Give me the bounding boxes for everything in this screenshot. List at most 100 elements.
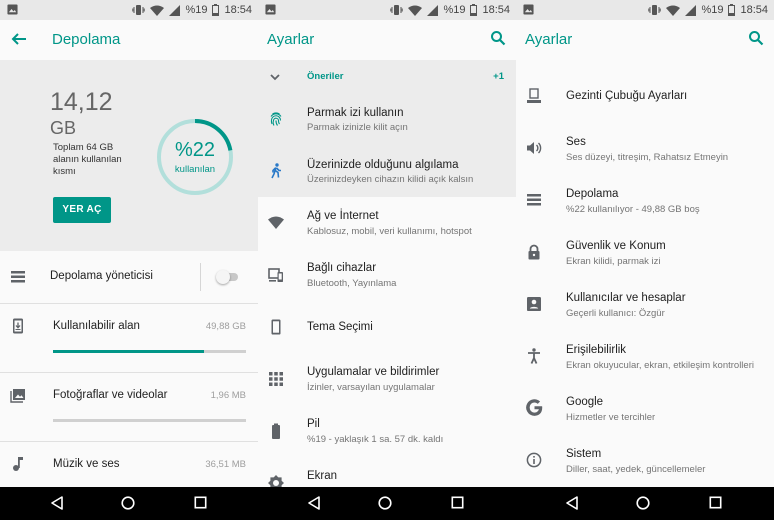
search-icon[interactable]: [748, 30, 764, 46]
lock-icon: [528, 244, 540, 260]
status-bar: %19 18:54: [516, 0, 774, 20]
settings-item-subtitle: Kablosuz, mobil, veri kullanımı, hotspot: [307, 226, 472, 237]
settings-item-title: Ekran: [307, 470, 338, 482]
free-up-space-button[interactable]: YER AÇ: [53, 197, 111, 223]
suggestion-subtitle: Parmak izinizle kilit açın: [307, 122, 408, 133]
settings-item-storage[interactable]: Depolama %22 kullanılıyor - 49,88 GB boş: [516, 174, 774, 226]
settings-screen: %19 18:54 Ayarlar Öneriler +1 Parmak izi…: [258, 0, 516, 487]
brightness-icon: [268, 475, 284, 487]
photos-videos-bar: [53, 419, 246, 422]
nav-back-icon[interactable]: [307, 496, 321, 510]
settings-item-title: Güvenlik ve Konum: [566, 240, 666, 252]
photos-icon: [10, 389, 25, 403]
available-space-row[interactable]: Kullanılabilir alan 49,88 GB: [0, 304, 258, 372]
storage-manager-toggle[interactable]: [216, 270, 238, 284]
settings-item-title: Sistem: [566, 448, 602, 460]
battery-icon: [470, 4, 478, 16]
settings-item-title: Google: [566, 396, 604, 408]
app-bar: Depolama: [0, 20, 258, 60]
settings-item-accessibility[interactable]: Erişilebilirlik Ekran okuyucular, ekran,…: [516, 330, 774, 382]
google-logo-icon: [526, 399, 543, 416]
status-bar: %19 18:54: [258, 0, 516, 20]
system-navigation-bar: [0, 487, 774, 520]
settings-item-subtitle: %19 - yaklaşık 1 sa. 57 dk. kaldı: [307, 434, 444, 445]
fingerprint-icon: [270, 112, 282, 126]
settings-item-subtitle: Ekran okuyucular, ekran, etkileşim kontr…: [566, 360, 754, 371]
settings-item-title: Gezinti Çubuğu Ayarları: [566, 90, 688, 102]
settings-item-title: Uygulamalar ve bildirimler: [307, 366, 440, 378]
toggle-divider: [200, 263, 201, 291]
image-notification-icon: [265, 4, 276, 15]
settings-item-title: Ağ ve İnternet: [307, 210, 379, 222]
suggestion-on-body-detection[interactable]: Üzerinizde olduğunu algılama Üzerinizdey…: [258, 146, 516, 198]
nav-home-icon[interactable]: [636, 496, 650, 510]
settings-item-connected-devices[interactable]: Bağlı cihazlar Bluetooth, Yayınlama: [258, 249, 516, 301]
settings-item-battery[interactable]: Pil %19 - yaklaşık 1 sa. 57 dk. kaldı: [258, 405, 516, 457]
suggestions-header[interactable]: Öneriler +1: [258, 60, 516, 94]
search-icon[interactable]: [490, 30, 506, 46]
suggestion-fingerprint[interactable]: Parmak izi kullanın Parmak izinizle kili…: [258, 94, 516, 146]
navigation-bar-icon: [527, 88, 541, 103]
nav-home-icon[interactable]: [121, 496, 135, 510]
nav-back-icon[interactable]: [50, 496, 64, 510]
settings-item-title: Erişilebilirlik: [566, 344, 627, 356]
music-note-icon: [13, 457, 23, 471]
settings-item-title: Bağlı cihazlar: [307, 262, 377, 274]
devices-icon: [268, 268, 283, 282]
available-space-bar: [53, 350, 246, 353]
settings-item-google[interactable]: Google Hizmetler ve tercihler: [516, 382, 774, 434]
usage-percent: %22: [174, 139, 216, 161]
volume-icon: [527, 142, 542, 154]
settings-item-title: Pil: [307, 418, 320, 430]
settings-item-sound[interactable]: Ses Ses düzeyi, titreşim, Rahatsız Etmey…: [516, 122, 774, 174]
usage-percent-label: kullanılan: [174, 164, 216, 175]
settings-item-system[interactable]: Sistem Diller, saat, yedek, güncellemele…: [516, 434, 774, 486]
settings-item-apps[interactable]: Uygulamalar ve bildirimler İzinler, vars…: [258, 353, 516, 405]
vibrate-icon: [132, 5, 146, 15]
signal-icon: [169, 4, 181, 16]
available-space-label: Kullanılabilir alan: [53, 320, 140, 332]
accessibility-icon: [528, 348, 540, 364]
nav-recents-icon[interactable]: [709, 496, 722, 509]
music-audio-row[interactable]: Müzik ve ses 36,51 MB: [0, 442, 258, 487]
battery-icon: [212, 4, 220, 16]
settings-item-title: Depolama: [566, 188, 619, 200]
suggestions-count: +1: [493, 71, 504, 82]
suggestion-subtitle: Üzerinizdeyken cihazın kilidi açık kalsı…: [307, 174, 474, 185]
settings-item-security[interactable]: Güvenlik ve Konum Ekran kilidi, parmak i…: [516, 226, 774, 278]
settings-item-subtitle: Geçerli kullanıcı: Özgür: [566, 308, 665, 319]
settings-item-subtitle: Ekran kilidi, parmak izi: [566, 256, 661, 267]
vibrate-icon: [648, 5, 662, 15]
signal-icon: [427, 4, 439, 16]
battery-percent: %19: [185, 4, 208, 16]
settings-item-accounts[interactable]: Kullanıcılar ve hesaplar Geçerli kullanı…: [516, 278, 774, 330]
settings-item-navigation-bar[interactable]: Gezinti Çubuğu Ayarları: [516, 70, 774, 122]
phone-download-icon: [13, 318, 23, 334]
signal-icon: [685, 4, 697, 16]
info-icon: [526, 452, 542, 468]
battery-icon: [272, 423, 280, 439]
nav-recents-icon[interactable]: [451, 496, 464, 509]
nav-recents-icon[interactable]: [194, 496, 207, 509]
battery-percent: %19: [701, 4, 724, 16]
photos-videos-label: Fotoğraflar ve videolar: [53, 389, 168, 401]
settings-item-display[interactable]: Ekran: [258, 457, 516, 487]
suggestion-title: Parmak izi kullanın: [307, 107, 404, 119]
settings-item-theme[interactable]: Tema Seçimi: [258, 301, 516, 353]
settings-item-subtitle: Ses düzeyi, titreşim, Rahatsız Etmeyin: [566, 152, 729, 163]
clock: 18:54: [482, 4, 510, 16]
back-arrow-icon[interactable]: [10, 30, 28, 48]
apps-grid-icon: [269, 372, 283, 386]
settings-item-subtitle: Bluetooth, Yayınlama: [307, 278, 397, 289]
settings-item-network[interactable]: Ağ ve İnternet Kablosuz, mobil, veri kul…: [258, 197, 516, 249]
battery-percent: %19: [443, 4, 466, 16]
nav-back-icon[interactable]: [565, 496, 579, 510]
settings-item-subtitle: İzinler, varsayılan uygulamalar: [307, 382, 435, 393]
storage-list-icon: [11, 271, 25, 283]
nav-home-icon[interactable]: [378, 496, 392, 510]
app-bar: Ayarlar: [516, 20, 774, 60]
storage-list-icon: [527, 194, 541, 206]
storage-manager-row[interactable]: Depolama yöneticisi: [0, 251, 258, 303]
vibrate-icon: [390, 5, 404, 15]
photos-videos-row[interactable]: Fotoğraflar ve videolar 1,96 MB: [0, 373, 258, 441]
